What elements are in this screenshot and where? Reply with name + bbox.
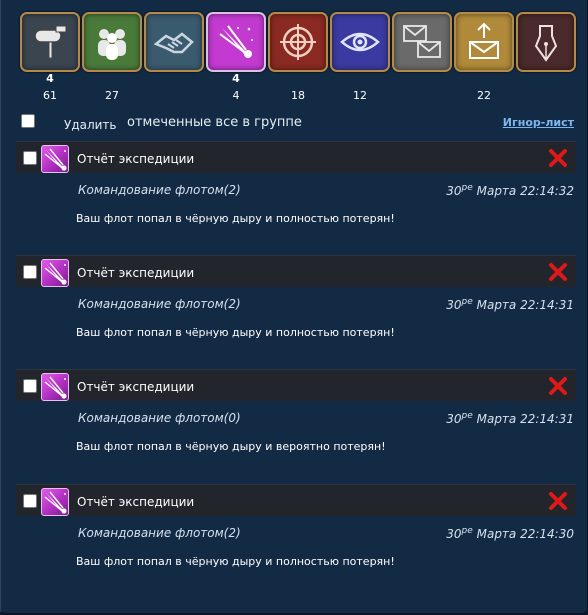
delete-icon[interactable]	[548, 147, 568, 169]
message-checkbox[interactable]	[23, 494, 37, 508]
message-item: Отчёт экспедиции Командование флотом(0) …	[16, 369, 576, 483]
category-expeditions-tile[interactable]	[206, 12, 266, 72]
category-combat-count: 18	[291, 89, 305, 102]
category-trade-tile[interactable]	[144, 12, 204, 72]
category-outbox[interactable]: 22	[454, 12, 514, 107]
message-item: Отчёт экспедиции Командование флотом(2) …	[16, 255, 576, 369]
category-bar: 4 61 27 4 4 18 12 22	[20, 12, 580, 107]
message-sender: Командование флотом(2)	[78, 526, 241, 540]
ignore-list-link[interactable]: Игнор-лист	[503, 116, 574, 129]
message-title: Отчёт экспедиции	[77, 266, 195, 280]
date-suffix: ре	[461, 183, 473, 193]
message-checkbox[interactable]	[23, 379, 37, 393]
delete-button[interactable]: Удалить	[64, 118, 117, 132]
message-body: Ваш флот попал в чёрную дыру и полностью…	[76, 555, 395, 568]
message-sender: Командование флотом(2)	[78, 183, 241, 197]
delete-scope-select[interactable]: отмеченные все в группе	[127, 115, 302, 130]
category-system[interactable]	[392, 12, 452, 107]
message-header[interactable]: Отчёт экспедиции	[16, 484, 576, 516]
message-header[interactable]: Отчёт экспедиции	[16, 255, 576, 287]
people-icon	[98, 29, 126, 60]
category-alliance-count: 27	[105, 89, 119, 102]
message-date: 30ре Марта 22:14:31	[446, 411, 574, 426]
message-date: 30ре Марта 22:14:30	[446, 526, 574, 541]
comet-icon	[41, 259, 69, 287]
category-expeditions[interactable]: 4 4	[206, 12, 266, 107]
delete-icon[interactable]	[548, 490, 568, 512]
date-day: 30	[446, 298, 462, 312]
category-expeditions-count: 4	[232, 89, 240, 102]
select-all-checkbox[interactable]	[21, 114, 35, 128]
date-day: 30	[446, 527, 462, 541]
category-postbox-count: 61	[43, 89, 57, 102]
message-body: Ваш флот попал в чёрную дыру и полностью…	[76, 212, 395, 225]
message-checkbox[interactable]	[23, 151, 37, 165]
message-item: Отчёт экспедиции Командование флотом(2) …	[16, 141, 576, 255]
date-rest: Марта 22:14:31	[476, 412, 574, 426]
message-header[interactable]: Отчёт экспедиции	[16, 369, 576, 401]
category-trade[interactable]	[144, 12, 204, 107]
mailbox-icon	[34, 25, 67, 59]
message-sender: Командование флотом(2)	[78, 297, 241, 311]
category-expeditions-new: 4	[232, 72, 240, 85]
delete-icon[interactable]	[548, 375, 568, 397]
delete-icon[interactable]	[548, 261, 568, 283]
category-combat[interactable]: 18	[268, 12, 328, 107]
date-rest: Марта 22:14:31	[476, 298, 574, 312]
message-item: Отчёт экспедиции Командование флотом(2) …	[16, 484, 576, 598]
category-espionage[interactable]: 12	[330, 12, 390, 107]
message-title: Отчёт экспедиции	[77, 380, 195, 394]
category-postbox-new: 4	[46, 72, 54, 85]
crosshair-icon	[280, 24, 316, 60]
pen-nib-icon	[534, 25, 558, 62]
message-body: Ваш флот попал в чёрную дыру и полностью…	[76, 326, 395, 339]
eye-icon	[340, 32, 380, 52]
envelope-upload-icon	[469, 22, 499, 59]
message-title: Отчёт экспедиции	[77, 495, 195, 509]
category-notes[interactable]	[516, 12, 576, 107]
date-day: 30	[446, 184, 462, 198]
category-alliance-tile[interactable]	[82, 12, 142, 72]
category-espionage-tile[interactable]	[330, 12, 390, 72]
date-rest: Марта 22:14:30	[476, 527, 574, 541]
date-suffix: ре	[461, 526, 473, 536]
category-system-tile[interactable]	[392, 12, 452, 72]
toolbar: Удалить отмеченные все в группе Игнор-ли…	[1, 110, 588, 136]
category-outbox-count: 22	[477, 89, 491, 102]
comet-icon	[41, 488, 69, 516]
category-combat-tile[interactable]	[268, 12, 328, 72]
comet-icon	[219, 25, 253, 58]
category-alliance[interactable]: 27	[82, 12, 142, 107]
comet-icon	[41, 373, 69, 401]
category-postbox[interactable]: 4 61	[20, 12, 80, 107]
message-checkbox[interactable]	[23, 265, 37, 279]
date-suffix: ре	[461, 411, 473, 421]
category-outbox-tile[interactable]	[454, 12, 514, 72]
envelopes-icon	[403, 25, 441, 58]
category-postbox-tile[interactable]	[20, 12, 80, 72]
category-notes-tile[interactable]	[516, 12, 576, 72]
message-header[interactable]: Отчёт экспедиции	[16, 141, 576, 173]
comet-icon	[41, 145, 69, 173]
date-day: 30	[446, 412, 462, 426]
date-rest: Марта 22:14:32	[476, 184, 574, 198]
message-date: 30ре Марта 22:14:32	[446, 183, 574, 198]
messages-panel: 4 61 27 4 4 18 12 22 Удалить отмеченные …	[0, 0, 588, 615]
date-suffix: ре	[461, 297, 473, 307]
message-title: Отчёт экспедиции	[77, 152, 195, 166]
category-espionage-count: 12	[353, 89, 367, 102]
handshake-icon	[154, 32, 194, 54]
message-body: Ваш флот попал в чёрную дыру и вероятно …	[76, 440, 386, 453]
message-date: 30ре Марта 22:14:31	[446, 297, 574, 312]
message-sender: Командование флотом(0)	[78, 411, 241, 425]
